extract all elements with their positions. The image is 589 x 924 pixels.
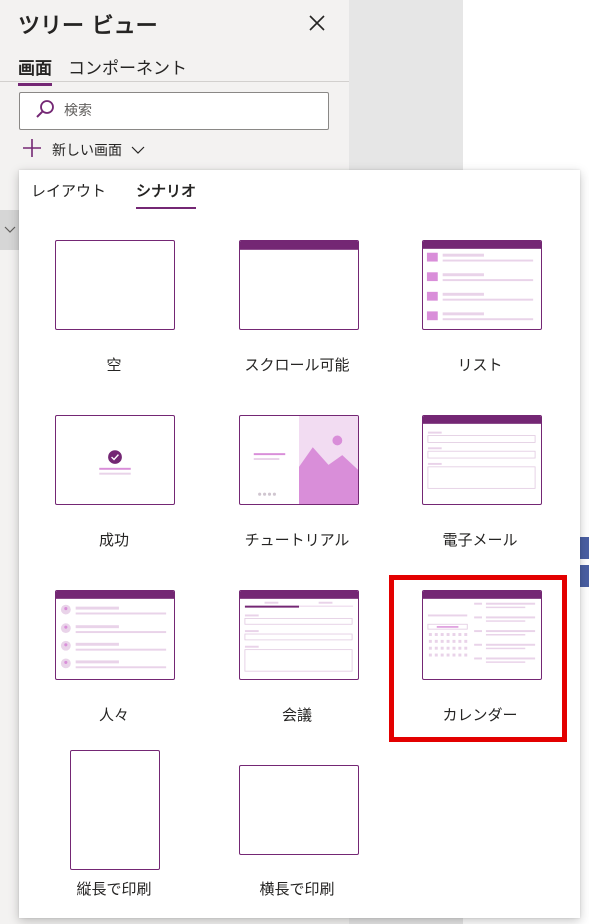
template-label: 電子メール (442, 531, 518, 549)
template-thumbnail (239, 590, 359, 680)
template-meeting[interactable]: 会議 (207, 590, 387, 730)
chevron-down-icon (4, 226, 16, 233)
search-icon (34, 98, 56, 124)
canvas-selection-marker (580, 565, 589, 587)
template-success[interactable]: 成功 (24, 415, 204, 555)
template-print-portrait[interactable]: 縦長で印刷 (24, 750, 204, 900)
template-thumbnail (70, 750, 160, 870)
template-blank[interactable]: 空 (24, 240, 204, 380)
template-thumbnail (55, 590, 175, 680)
template-label: 人々 (98, 706, 129, 724)
new-screen-label: 新しい画面 (52, 143, 122, 159)
template-thumbnail (422, 240, 542, 330)
template-thumbnail (239, 765, 359, 855)
new-screen-button[interactable]: 新しい画面 (22, 138, 146, 162)
search-input[interactable] (64, 103, 304, 119)
template-label: リスト (457, 356, 503, 374)
template-email[interactable]: 電子メール (390, 415, 570, 555)
highlight-box (389, 575, 567, 742)
chevron-down-icon (130, 141, 146, 160)
tree-row[interactable] (0, 210, 20, 250)
pane-title: ツリー ビュー (18, 14, 158, 39)
template-thumbnail (55, 415, 175, 505)
tab-layout[interactable]: レイアウト (31, 180, 106, 209)
template-list[interactable]: リスト (390, 240, 570, 380)
template-thumbnail (239, 415, 359, 505)
canvas-selection-marker (580, 537, 589, 559)
close-icon[interactable] (305, 11, 329, 35)
template-print-landscape[interactable]: 横長で印刷 (207, 765, 387, 900)
template-label: スクロール可能 (244, 356, 350, 374)
template-label: 会議 (281, 706, 312, 724)
template-tutorial[interactable]: チュートリアル (207, 415, 387, 555)
divider (0, 81, 349, 82)
template-scrollable[interactable]: スクロール可能 (207, 240, 387, 380)
template-label: 横長で印刷 (259, 880, 335, 898)
template-label: 成功 (98, 531, 129, 549)
template-thumbnail (55, 240, 175, 330)
search-box[interactable] (19, 92, 329, 130)
menu-tabs: レイアウト シナリオ (31, 180, 197, 209)
new-screen-menu: レイアウト シナリオ 空 スクロール可能 リスト 成功 チュートリアル 電子メー… (19, 170, 580, 918)
template-thumbnail (422, 415, 542, 505)
template-label: 縦長で印刷 (76, 880, 152, 898)
template-label: チュートリアル (244, 531, 350, 549)
template-people[interactable]: 人々 (24, 590, 204, 730)
plus-icon (22, 138, 42, 162)
tab-scenario[interactable]: シナリオ (136, 180, 197, 209)
template-label: 空 (106, 356, 122, 374)
template-thumbnail (239, 240, 359, 330)
